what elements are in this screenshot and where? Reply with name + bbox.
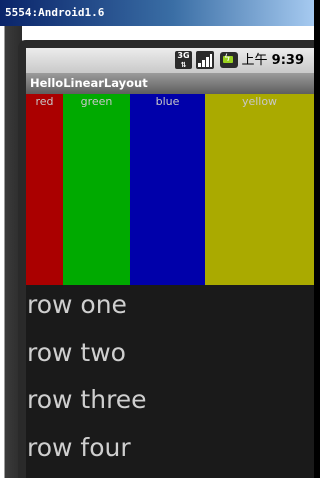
time-value: 9:39 [271,53,304,68]
time-prefix: 上午 [241,53,268,68]
color-label: blue [155,95,180,108]
color-label: yellow [241,95,278,108]
window-title: 5554:Android1.6 [5,6,105,19]
app-title: HelloLinearLayout [30,76,148,90]
row-item: row three [27,385,147,414]
color-column-yellow: yellow [205,94,314,285]
row-item: row one [27,290,127,319]
network-badge-label: 3G [177,51,190,60]
signal-bar [206,57,209,67]
battery-charging-icon: ϟ [220,52,238,68]
color-column-blue: blue [130,94,205,285]
network-3g-icon: 3G ⇅ [175,51,192,69]
color-columns: red green blue yellow [26,94,314,285]
row-item: row four [27,433,131,462]
signal-bar [210,54,212,67]
status-clock: 上午 9:39 [242,51,305,70]
color-label: red [35,95,54,108]
app-title-bar: HelloLinearLayout [26,73,314,94]
charging-bolt-glyph: ϟ [224,53,231,64]
signal-bar [202,60,205,67]
color-column-red: red [26,94,63,285]
color-label: green [80,95,113,108]
emulator-window: 5554:Android1.6 3G ⇅ ϟ 上午 9:39 HelloLine… [0,0,314,478]
signal-bar [198,63,201,67]
status-bar[interactable]: 3G ⇅ ϟ 上午 9:39 [26,48,314,73]
device-screen[interactable]: 3G ⇅ ϟ 上午 9:39 HelloLinearLayout red gre… [26,48,314,478]
color-column-green: green [63,94,130,285]
signal-bars-icon [196,51,214,69]
row-item: row two [27,338,126,367]
data-arrows-glyph: ⇅ [180,61,187,69]
window-titlebar[interactable]: 5554:Android1.6 [0,0,314,26]
text-rows: row one row two row three row four [26,285,314,478]
